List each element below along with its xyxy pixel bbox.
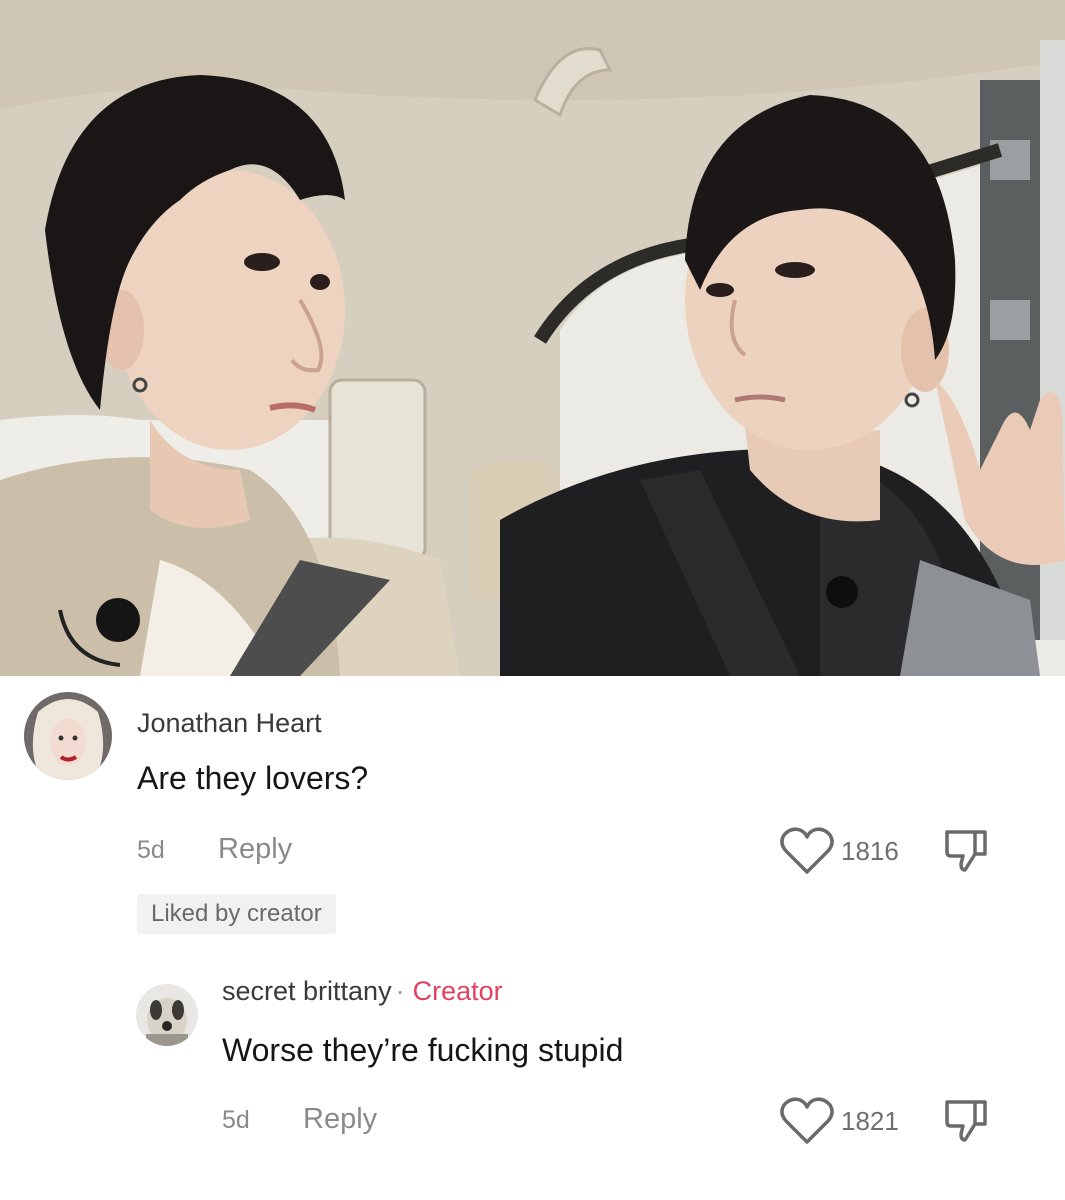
dislike-button[interactable] [943, 1096, 991, 1149]
liked-by-creator-badge: Liked by creator [137, 894, 336, 934]
thumbs-down-icon [945, 830, 987, 872]
heart-outline-icon [780, 827, 834, 874]
thumbs-down-icon [945, 1100, 987, 1142]
like-button[interactable]: 1821 [779, 1096, 899, 1146]
like-count: 1816 [841, 835, 899, 866]
avatar-image [136, 984, 198, 1046]
like-button[interactable]: 1816 [779, 826, 899, 876]
comment-item: secret brittany · Creator Worse they’re fu… [0, 966, 1065, 1200]
like-count: 1821 [841, 1105, 899, 1136]
comment-item: Jonathan Heart Are they lovers? 5d Reply… [0, 676, 1065, 966]
avatar[interactable] [24, 692, 112, 780]
avatar[interactable] [136, 984, 198, 1046]
reply-button[interactable]: Reply [218, 833, 292, 866]
video-illustration [0, 0, 1065, 676]
avatar-image [24, 692, 112, 780]
video-frame [0, 0, 1065, 676]
comment-text: Are they lovers? [137, 760, 369, 796]
creator-badge: Creator [412, 976, 503, 1006]
username-separator: · [395, 976, 405, 1006]
comment-username[interactable]: secret brittany · Creator [222, 976, 503, 1007]
comment-time: 5d [137, 836, 165, 864]
comment-time: 5d [222, 1106, 250, 1134]
comment-username[interactable]: Jonathan Heart [137, 708, 322, 739]
comment-text: Worse they’re fucking stupid [222, 1032, 624, 1068]
dislike-button[interactable] [943, 826, 991, 879]
comments-section: Jonathan Heart Are they lovers? 5d Reply… [0, 676, 1065, 1200]
reply-button[interactable]: Reply [303, 1103, 377, 1136]
heart-outline-icon [780, 1097, 834, 1144]
comment-username-text: secret brittany [222, 976, 392, 1006]
